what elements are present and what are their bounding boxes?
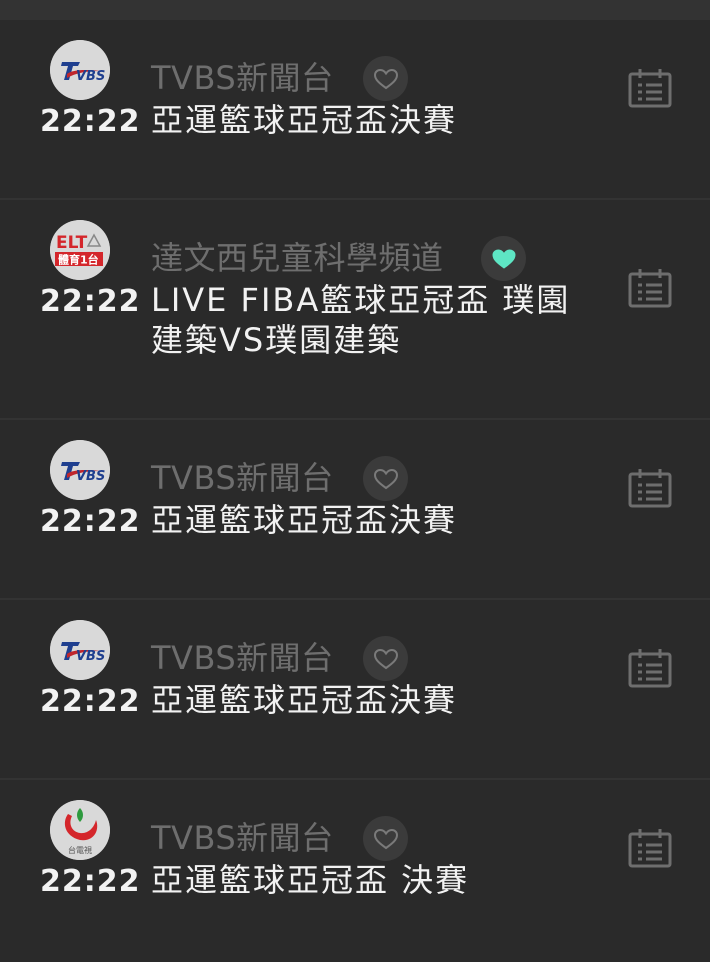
top-bar [0,0,710,20]
favorite-button[interactable] [363,816,408,861]
calendar-list-icon [628,469,672,508]
calendar-list-icon [628,829,672,868]
heart-outline-icon [373,648,398,669]
channel-name: 達文西兒童科學頻道 [151,239,444,277]
favorite-button[interactable] [481,236,526,281]
program-time: 22:22 [40,864,141,899]
svg-text:台電視: 台電視 [68,845,92,855]
svg-text:VBS: VBS [76,69,105,84]
list-item[interactable]: VBS TVBS新聞台 22:22 亞運籃球亞冠盃決賽 [0,600,710,780]
heart-outline-icon [373,468,398,489]
program-time: 22:22 [40,284,141,319]
svg-text:VBS: VBS [76,649,105,664]
tvbs-logo: VBS [50,40,110,100]
add-to-calendar-button[interactable] [628,468,672,508]
program-title: 亞運籃球亞冠盃決賽 [151,101,458,139]
program-time: 22:22 [40,684,141,719]
tvbs-logo: VBS [50,620,110,680]
add-to-calendar-button[interactable] [628,828,672,868]
channel-name: TVBS新聞台 [151,59,334,97]
svg-text:VBS: VBS [76,469,105,484]
program-time: 22:22 [40,504,141,539]
heart-outline-icon [373,68,398,89]
list-item[interactable]: VBS TVBS新聞台 22:22 亞運籃球亞冠盃決賽 [0,420,710,600]
channel-name: TVBS新聞台 [151,639,334,677]
heart-filled-icon [491,248,516,269]
program-title: LIVE FIBA籃球亞冠盃 璞園建築VS璞園建築 [151,281,571,359]
favorite-button[interactable] [363,56,408,101]
program-list: VBS TVBS新聞台 22:22 亞運籃球亞冠盃決賽 ELT 體育1台 達文西… [0,20,710,962]
heart-outline-icon [373,828,398,849]
list-item[interactable]: 台電視 TVBS新聞台 22:22 亞運籃球亞冠盃 決賽 [0,780,710,962]
elta-sports-1-logo: ELT 體育1台 [50,220,110,280]
calendar-list-icon [628,69,672,108]
program-title: 亞運籃球亞冠盃 決賽 [151,861,470,899]
calendar-list-icon [628,269,672,308]
add-to-calendar-button[interactable] [628,268,672,308]
channel-name: TVBS新聞台 [151,819,334,857]
favorite-button[interactable] [363,456,408,501]
program-time: 22:22 [40,104,141,139]
channel-name: TVBS新聞台 [151,459,334,497]
program-title: 亞運籃球亞冠盃決賽 [151,501,458,539]
tvbs-logo: VBS [50,440,110,500]
list-item[interactable]: VBS TVBS新聞台 22:22 亞運籃球亞冠盃決賽 [0,20,710,200]
svg-text:體育1台: 體育1台 [58,253,99,267]
add-to-calendar-button[interactable] [628,648,672,688]
list-item[interactable]: ELT 體育1台 達文西兒童科學頻道 22:22 LIVE FIBA籃球亞冠盃 … [0,200,710,420]
calendar-list-icon [628,649,672,688]
program-title: 亞運籃球亞冠盃決賽 [151,681,458,719]
ttv-logo: 台電視 [50,800,110,860]
favorite-button[interactable] [363,636,408,681]
svg-text:ELT: ELT [56,233,88,253]
add-to-calendar-button[interactable] [628,68,672,108]
